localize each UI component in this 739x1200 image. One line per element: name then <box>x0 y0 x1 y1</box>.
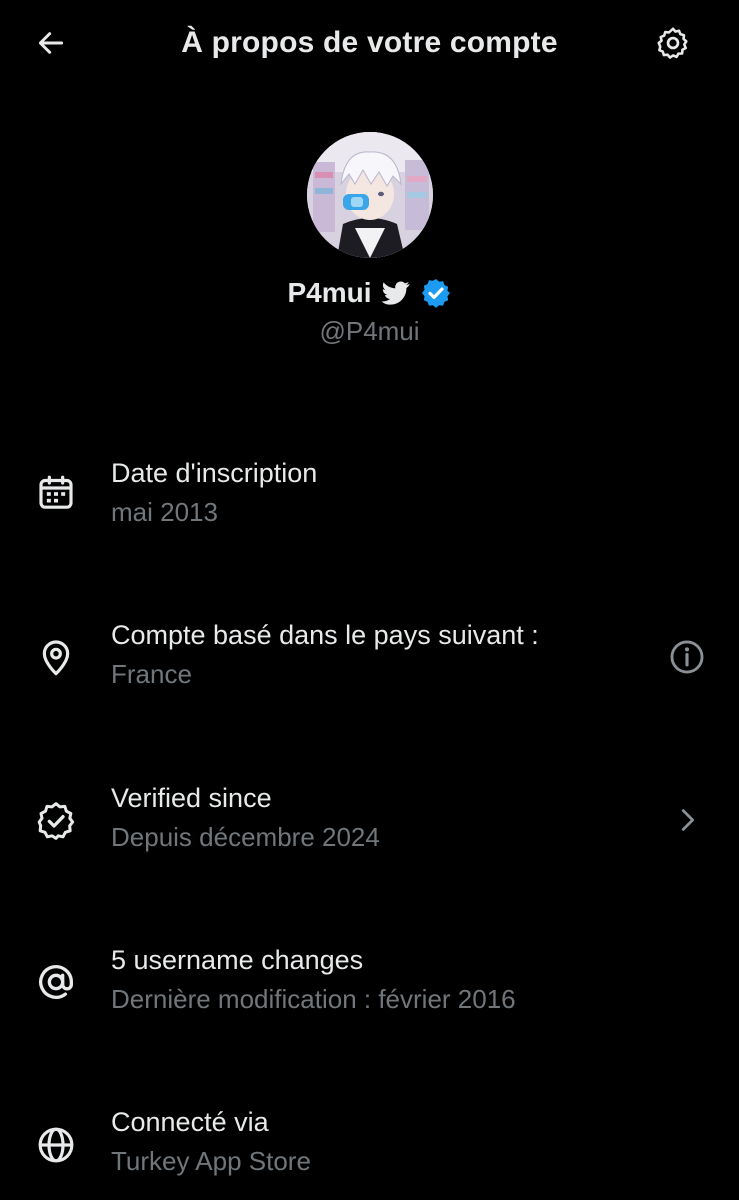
joined-date-texts: Date d'inscription mai 2013 <box>111 455 317 530</box>
info-icon <box>668 638 706 676</box>
name-row: P4mui <box>0 276 739 310</box>
row-label: Date d'inscription <box>111 458 318 488</box>
verified-since-chevron[interactable] <box>666 799 708 841</box>
verified-badge-icon[interactable] <box>420 277 452 309</box>
connected-via-texts: Connecté via Turkey App Store <box>111 1104 311 1179</box>
row-label: Verified since <box>111 783 272 813</box>
connected-via-row: Connecté via Turkey App Store <box>0 1104 739 1194</box>
verified-outline-icon <box>34 798 78 842</box>
profile-header: P4mui @P4mui <box>0 132 739 347</box>
row-value: Depuis décembre 2024 <box>111 822 380 852</box>
twitter-bird-icon <box>381 281 410 305</box>
row-value: Dernière modification : février 2016 <box>111 984 516 1014</box>
row-value: mai 2013 <box>111 497 218 527</box>
at-sign-icon <box>34 960 78 1004</box>
location-pin-icon <box>34 635 78 679</box>
row-label: 5 username changes <box>111 945 364 975</box>
settings-button[interactable] <box>652 22 694 64</box>
info-button[interactable] <box>666 636 708 678</box>
account-country-row: Compte basé dans le pays suivant : Franc… <box>0 617 739 707</box>
username-changes-row: 5 username changes Dernière modification… <box>0 942 739 1032</box>
username-changes-texts: 5 username changes Dernière modification… <box>111 942 516 1017</box>
gear-icon <box>655 25 691 61</box>
page-title: À propos de votre compte <box>181 26 558 59</box>
row-value: France <box>111 659 192 689</box>
row-value: Turkey App Store <box>111 1146 311 1176</box>
account-country-texts: Compte basé dans le pays suivant : Franc… <box>111 617 539 692</box>
chevron-right-icon <box>672 805 702 835</box>
verified-since-texts: Verified since Depuis décembre 2024 <box>111 780 380 855</box>
calendar-icon <box>34 471 78 515</box>
username-handle: @P4mui <box>319 316 420 346</box>
row-label: Connecté via <box>111 1107 269 1137</box>
globe-icon <box>34 1123 78 1167</box>
joined-date-row: Date d'inscription mai 2013 <box>0 455 739 545</box>
display-name: P4mui <box>287 277 372 308</box>
verified-since-row[interactable]: Verified since Depuis décembre 2024 <box>0 780 739 870</box>
top-bar: À propos de votre compte <box>0 0 739 86</box>
avatar[interactable] <box>306 132 433 258</box>
row-label: Compte basé dans le pays suivant : <box>111 620 539 650</box>
